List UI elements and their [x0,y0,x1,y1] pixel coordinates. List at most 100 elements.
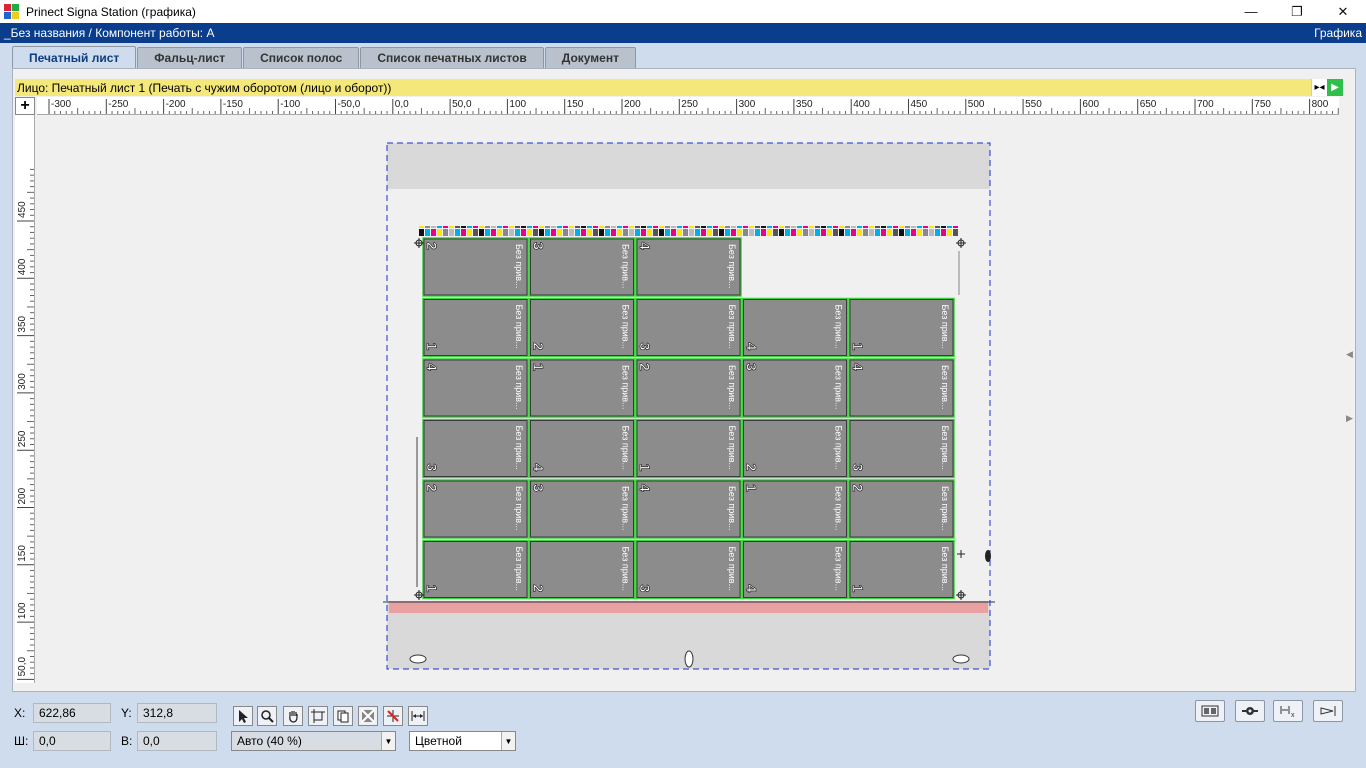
collapse-left-icon[interactable]: ◀ [1346,349,1354,361]
restore-button[interactable]: ❐ [1274,0,1320,23]
layout-canvas[interactable]: 2 Без прив... 3 Без прив... 4 Без прив... 1 Без… [37,115,1339,687]
color-bar-patch [767,229,772,236]
slug-line-mark [416,437,418,587]
ruler-label: 200 [17,487,28,504]
color-bar-patch [569,229,574,236]
color-bar-patch [677,229,682,236]
pan-hand-icon[interactable] [283,706,303,726]
minimize-button[interactable]: — [1228,0,1274,23]
x-coordinate-field[interactable]: 622,86 [33,703,111,723]
color-bar-patch [617,229,622,236]
color-bar-patch [893,229,898,236]
ruler-label: 600 [1082,99,1099,110]
page-label: Без прив... [834,426,844,471]
frame-tool-icon[interactable] [308,706,328,726]
tab-document[interactable]: Документ [544,47,636,68]
page-label: Без прив... [940,547,950,592]
y-label: Y: [121,706,132,720]
color-bar-patch [935,229,940,236]
ruler-origin-crosshair-icon[interactable]: + [15,97,35,115]
color-bar-patch [911,229,916,236]
ruler-label: 500 [968,99,985,110]
color-bar-patch [557,229,562,236]
color-bar-patch [647,229,652,236]
page-number: 4 [744,585,760,593]
color-bar-patch [725,229,730,236]
chevron-down-icon: ▼ [501,732,515,750]
horizontal-ruler: -300 -250 -200 -150 -100 -50,0 0,0 50,0 100 150 20… [37,97,1339,115]
tab-page-list[interactable]: Список полос [243,47,360,68]
no-marks-icon[interactable] [383,706,403,726]
color-bar-patch [689,229,694,236]
color-bar-patch [953,229,958,236]
color-bar-patch [821,229,826,236]
color-bar-patch [917,229,922,236]
color-bar-patch [533,229,538,236]
fit-icon[interactable] [1313,700,1343,722]
tab-fold-sheet[interactable]: Фальц-лист [137,47,243,68]
color-bar-patch [503,229,508,236]
color-mode-select[interactable]: Цветной ▼ [409,731,516,751]
color-bar-patch [755,229,760,236]
color-bar-patch [731,229,736,236]
color-bar-patch [593,229,598,236]
measure-distance-icon[interactable] [408,706,428,726]
expand-right-icon[interactable]: ▶ [1346,413,1354,425]
zoom-select[interactable]: Авто (40 %) ▼ [231,731,396,751]
tab-sheet-list[interactable]: Список печатных листов [360,47,544,68]
color-bar-patch [797,229,802,236]
tab-press-sheet[interactable]: Печатный лист [12,46,137,68]
page-label: Без прив... [514,547,524,592]
app-logo-icon [4,3,20,20]
width-field[interactable]: 0,0 [33,731,111,751]
page-label: Без прив... [834,365,844,410]
height-field[interactable]: 0,0 [137,731,217,751]
color-bar-patch [665,229,670,236]
page-label: Без прив... [514,426,524,471]
zoom-magnifier-icon[interactable] [257,706,277,726]
color-bar-patch [869,229,874,236]
color-bar-patch [587,229,592,236]
color-bar-patch [581,229,586,236]
mode-label: Графика [1314,26,1362,40]
distribute-icon[interactable]: x [1273,700,1303,722]
cross-marks-icon[interactable] [358,706,378,726]
ruler-label: 300 [17,373,28,390]
color-bar-patch [941,229,946,236]
select-arrow-icon[interactable] [233,706,253,726]
width-label: Ш: [14,734,29,748]
y-coordinate-field[interactable]: 312,8 [137,703,217,723]
page-label: Без прив... [834,486,844,531]
color-bar-patch [923,229,928,236]
color-bar-patch [857,229,862,236]
title-bar: Prinect Signa Station (графика) — ❐ ✕ [0,0,1366,23]
page-label: Без прив... [514,486,524,531]
ruler-label: 750 [1254,99,1271,110]
ruler-label: 150 [567,99,584,110]
color-bar-patch [809,229,814,236]
page-label: Без прив... [940,305,950,350]
close-button[interactable]: ✕ [1320,0,1366,23]
page-number: 4 [637,242,653,250]
color-bar-patch [833,229,838,236]
color-bar-patch [761,229,766,236]
color-bar-patch [521,229,526,236]
view-tabs: Печатный лист Фальц-лист Список полос Сп… [12,46,637,68]
next-sheet-icon[interactable]: ▶ [1327,79,1343,96]
color-bar-patch [545,229,550,236]
ruler-label: -150 [223,99,243,110]
ruler-label: 800 [1312,99,1329,110]
color-bar-patch [431,229,436,236]
color-bar-patch [827,229,832,236]
flip-sheet-icon[interactable]: ▸◂ [1311,79,1327,96]
page-tool-icon[interactable] [333,706,353,726]
color-bar-patch [737,229,742,236]
page-label: Без прив... [727,305,737,350]
color-mode-value: Цветной [415,734,462,748]
settings-gear-icon[interactable] [1235,700,1265,722]
page-number: 4 [744,343,760,351]
slug-line-mark [958,251,960,295]
page-view-icon[interactable] [1195,700,1225,722]
page-number: 1 [637,464,653,472]
color-bar-patch [773,229,778,236]
